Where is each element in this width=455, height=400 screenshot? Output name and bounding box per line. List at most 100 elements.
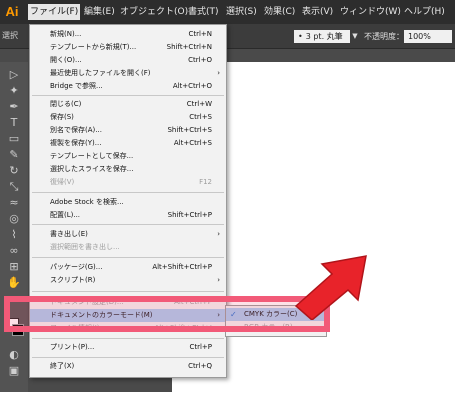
selection-tool-icon[interactable]: ▷ bbox=[7, 68, 21, 82]
menu-item-label: 選択範囲を書き出し... bbox=[50, 243, 120, 251]
menu-item-shortcut: Shift+Ctrl+P bbox=[167, 211, 212, 219]
menu-item-label: テンプレートから新規(T)... bbox=[50, 43, 137, 51]
menu-item-label: 終了(X) bbox=[50, 362, 75, 370]
blend-tool-icon[interactable]: ∞ bbox=[7, 244, 21, 258]
shape-builder-icon[interactable]: ◎ bbox=[7, 212, 21, 226]
type-tool-icon[interactable]: T bbox=[7, 116, 21, 130]
menu-item-label: Bridge で参照... bbox=[50, 82, 103, 90]
menu-item-label: 保存(S) bbox=[50, 113, 74, 121]
draw-mode-icon[interactable]: ◐ bbox=[7, 348, 21, 362]
menu-item-label: 別名で保存(A)... bbox=[50, 126, 102, 134]
pointer-arrow-icon bbox=[294, 255, 367, 320]
menu-type[interactable]: 書式(T) bbox=[186, 4, 221, 20]
menu-item-shortcut: Alt+Ctrl+O bbox=[172, 82, 212, 90]
warp-tool-icon[interactable]: ≈ bbox=[7, 196, 21, 210]
menu-item-label: 開く(O)... bbox=[50, 56, 82, 64]
menu-item-new[interactable]: 新規(N)... Ctrl+N bbox=[30, 28, 226, 41]
menu-item-exit[interactable]: 終了(X) Ctrl+Q bbox=[30, 360, 226, 373]
menu-item-save[interactable]: 保存(S) Ctrl+S bbox=[30, 111, 226, 124]
menu-item-package[interactable]: パッケージ(G)... Alt+Shift+Ctrl+P bbox=[30, 261, 226, 274]
menu-effect[interactable]: 効果(C) bbox=[262, 4, 297, 20]
menu-item-scripts[interactable]: スクリプト(R) › bbox=[30, 274, 226, 287]
submenu-arrow-icon: › bbox=[217, 69, 220, 77]
menu-item-open[interactable]: 開く(O)... Ctrl+O bbox=[30, 54, 226, 67]
menu-separator bbox=[32, 338, 224, 339]
app-logo: Ai bbox=[5, 4, 19, 19]
menu-item-search-adobe-stock[interactable]: Adobe Stock を検索... bbox=[30, 196, 226, 209]
menu-item-revert[interactable]: 復帰(V) F12 bbox=[30, 176, 226, 189]
menu-item-shortcut: Ctrl+P bbox=[189, 343, 212, 351]
menu-edit[interactable]: 編集(E) bbox=[82, 4, 117, 20]
app-window: Ai ファイル(F) 編集(E) オブジェクト(O) 書式(T) 選択(S) 効… bbox=[0, 0, 455, 392]
menu-item-shortcut: Ctrl+N bbox=[188, 30, 212, 38]
menu-item-label: プリント(P)... bbox=[50, 343, 95, 351]
menu-item-label: スクリプト(R) bbox=[50, 276, 96, 284]
menu-item-close[interactable]: 閉じる(C) Ctrl+W bbox=[30, 98, 226, 111]
magic-wand-icon[interactable]: ✦ bbox=[7, 84, 21, 98]
menu-help[interactable]: ヘルプ(H) bbox=[402, 4, 447, 20]
menu-separator bbox=[32, 192, 224, 193]
menu-item-label: 複製を保存(Y)... bbox=[50, 139, 102, 147]
menu-object[interactable]: オブジェクト(O) bbox=[118, 4, 190, 20]
menu-view[interactable]: 表示(V) bbox=[300, 4, 335, 20]
menu-item-shortcut: Shift+Ctrl+N bbox=[166, 43, 212, 51]
brush-tool-icon[interactable]: ✎ bbox=[7, 148, 21, 162]
brush-select-value: 3 pt. 丸筆 bbox=[305, 32, 343, 41]
menu-window[interactable]: ウィンドウ(W) bbox=[338, 4, 403, 20]
opacity-input[interactable]: 100% bbox=[404, 30, 452, 43]
pen-tool-icon[interactable]: ✒ bbox=[7, 100, 21, 114]
menu-separator bbox=[32, 357, 224, 358]
menu-separator bbox=[32, 224, 224, 225]
menu-item-save-copy[interactable]: 複製を保存(Y)... Alt+Ctrl+S bbox=[30, 137, 226, 150]
brush-dot-icon: • bbox=[298, 32, 303, 41]
menu-item-export-selection[interactable]: 選択範囲を書き出し... bbox=[30, 241, 226, 254]
menu-item-label: パッケージ(G)... bbox=[50, 263, 103, 271]
menu-item-shortcut: Ctrl+S bbox=[189, 113, 212, 121]
control-bar-label: 選択 bbox=[2, 31, 18, 40]
menu-item-label: テンプレートとして保存... bbox=[50, 152, 134, 160]
chevron-down-icon[interactable]: ▼ bbox=[350, 30, 360, 43]
menu-file[interactable]: ファイル(F) bbox=[28, 4, 81, 20]
menu-item-new-from-template[interactable]: テンプレートから新規(T)... Shift+Ctrl+N bbox=[30, 41, 226, 54]
rectangle-tool-icon[interactable]: ▭ bbox=[7, 132, 21, 146]
artboard-tool-icon[interactable]: ⊞ bbox=[7, 260, 21, 274]
menu-item-export[interactable]: 書き出し(E) › bbox=[30, 228, 226, 241]
menu-item-label: 配置(L)... bbox=[50, 211, 81, 219]
menu-item-shortcut: Alt+Ctrl+S bbox=[173, 139, 212, 147]
menu-separator bbox=[32, 95, 224, 96]
menu-item-open-recent[interactable]: 最近使用したファイルを開く(F) › bbox=[30, 67, 226, 80]
menu-select[interactable]: 選択(S) bbox=[224, 4, 259, 20]
menu-item-label: Adobe Stock を検索... bbox=[50, 198, 124, 206]
menu-item-shortcut: Ctrl+Q bbox=[188, 362, 212, 370]
menu-separator bbox=[32, 257, 224, 258]
submenu-arrow-icon: › bbox=[217, 276, 220, 284]
menu-item-label: 復帰(V) bbox=[50, 178, 75, 186]
brush-select[interactable]: • 3 pt. 丸筆 bbox=[294, 30, 350, 43]
submenu-arrow-icon: › bbox=[217, 230, 220, 238]
menu-item-shortcut: F12 bbox=[199, 178, 212, 186]
menu-item-shortcut: Shift+Ctrl+S bbox=[167, 126, 212, 134]
menu-item-label: 最近使用したファイルを開く(F) bbox=[50, 69, 151, 77]
eyedropper-icon[interactable]: ⌇ bbox=[7, 228, 21, 242]
hand-tool-icon[interactable]: ✋ bbox=[7, 276, 21, 290]
menu-item-shortcut: Alt+Shift+Ctrl+P bbox=[152, 263, 212, 271]
menu-item-save-as-template[interactable]: テンプレートとして保存... bbox=[30, 150, 226, 163]
opacity-label: 不透明度： bbox=[364, 32, 404, 41]
menu-item-shortcut: Ctrl+O bbox=[188, 56, 212, 64]
page-margin bbox=[0, 392, 455, 400]
menu-item-shortcut: Ctrl+W bbox=[186, 100, 212, 108]
rotate-tool-icon[interactable]: ↻ bbox=[7, 164, 21, 178]
menu-item-label: 新規(N)... bbox=[50, 30, 82, 38]
scale-tool-icon[interactable]: ⤡ bbox=[7, 180, 21, 194]
highlight-callout bbox=[4, 296, 330, 332]
screen-mode-icon[interactable]: ▣ bbox=[7, 364, 21, 378]
menu-item-place[interactable]: 配置(L)... Shift+Ctrl+P bbox=[30, 209, 226, 222]
menu-item-browse-bridge[interactable]: Bridge で参照... Alt+Ctrl+O bbox=[30, 80, 226, 93]
menu-item-save-selected-slices[interactable]: 選択したスライスを保存... bbox=[30, 163, 226, 176]
menu-item-save-as[interactable]: 別名で保存(A)... Shift+Ctrl+S bbox=[30, 124, 226, 137]
menu-item-label: 閉じる(C) bbox=[50, 100, 82, 108]
menu-separator bbox=[32, 291, 224, 292]
menu-item-print[interactable]: プリント(P)... Ctrl+P bbox=[30, 341, 226, 354]
tools-panel: ▷ ✦ ✒ T ▭ ✎ ↻ ⤡ ≈ ◎ ⌇ ∞ ⊞ ✋ ⌕ ◐ ▣ bbox=[0, 62, 28, 392]
menu-bar: Ai ファイル(F) 編集(E) オブジェクト(O) 書式(T) 選択(S) 効… bbox=[0, 0, 455, 24]
